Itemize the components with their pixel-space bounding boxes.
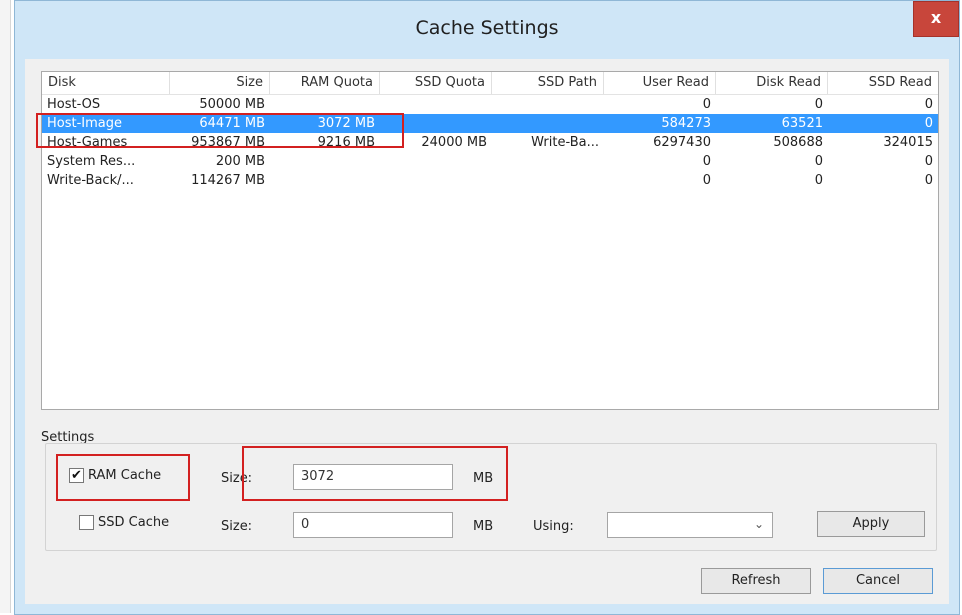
refresh-button[interactable]: Refresh: [701, 568, 811, 594]
cell-user-read: 6297430: [653, 135, 711, 150]
disk-list-header: Disk Size RAM Quota SSD Quota SSD Path U…: [42, 72, 938, 95]
ram-size-label: Size:: [221, 471, 253, 486]
ssd-cache-checkbox[interactable]: SSD Cache: [79, 515, 169, 530]
ssd-size-label: Size:: [221, 519, 253, 534]
cancel-button[interactable]: Cancel: [823, 568, 933, 594]
cell-ssd-read: 0: [924, 116, 933, 131]
column-header-disk[interactable]: Disk: [42, 72, 170, 94]
cell-ssd-path: [492, 152, 604, 171]
cell-size: 200 MB: [215, 154, 265, 169]
cell-disk: Host-OS: [47, 97, 101, 112]
chevron-down-icon: ⌄: [753, 517, 764, 531]
cell-user-read: 584273: [661, 116, 711, 131]
ssd-cache-label: SSD Cache: [98, 515, 170, 530]
column-header-ssd-path[interactable]: SSD Path: [492, 72, 604, 94]
cell-ssd-read: 0: [924, 154, 933, 169]
ram-size-input[interactable]: 3072: [293, 464, 453, 490]
cell-disk-read: 508688: [773, 135, 823, 150]
cell-ssd-read: 0: [924, 97, 933, 112]
dialog-client-area: Disk Size RAM Quota SSD Quota SSD Path U…: [25, 59, 949, 604]
cell-ssd-quota: [380, 95, 492, 114]
cell-disk: Host-Games: [47, 135, 128, 150]
column-header-ssd-read[interactable]: SSD Read: [828, 72, 938, 94]
cell-disk: System Res...: [47, 154, 136, 169]
ssd-size-input[interactable]: 0: [293, 512, 453, 538]
checkbox-checked-icon[interactable]: ✔: [69, 468, 84, 483]
cell-ram-quota: 9216 MB: [317, 135, 375, 150]
title-bar[interactable]: Cache Settings x: [15, 1, 959, 59]
cell-ssd-path: [492, 171, 604, 190]
cell-disk: Write-Back/...: [47, 173, 134, 188]
column-header-ram-quota[interactable]: RAM Quota: [270, 72, 380, 94]
checkbox-unchecked-icon[interactable]: [79, 515, 94, 530]
cell-size: 953867 MB: [191, 135, 265, 150]
ssd-size-unit: MB: [473, 519, 494, 534]
cell-ssd-path: [492, 95, 604, 114]
table-row[interactable]: Write-Back/... 114267 MB 0 0 0: [42, 171, 938, 190]
cell-disk: Host-Image: [47, 116, 123, 131]
cache-settings-dialog: Cache Settings x Disk Size RAM Quota SSD…: [14, 0, 960, 615]
table-row[interactable]: Host-OS 50000 MB 0 0 0: [42, 95, 938, 114]
cell-ram-quota: [270, 171, 380, 190]
column-header-ssd-quota[interactable]: SSD Quota: [380, 72, 492, 94]
ram-cache-label: RAM Cache: [88, 468, 162, 483]
cell-user-read: 0: [702, 97, 711, 112]
using-dropdown[interactable]: ⌄: [607, 512, 773, 538]
column-header-size[interactable]: Size: [170, 72, 270, 94]
cell-user-read: 0: [702, 173, 711, 188]
close-icon: x: [930, 8, 942, 27]
using-label: Using:: [533, 519, 574, 534]
cell-ssd-quota: [380, 114, 492, 133]
disk-list[interactable]: Disk Size RAM Quota SSD Quota SSD Path U…: [41, 71, 939, 410]
settings-group: [45, 443, 937, 551]
cell-disk-read: 0: [814, 97, 823, 112]
table-row[interactable]: System Res... 200 MB 0 0 0: [42, 152, 938, 171]
cell-size: 114267 MB: [191, 173, 265, 188]
cell-size: 64471 MB: [199, 116, 265, 131]
cell-ssd-quota: [380, 171, 492, 190]
dialog-title: Cache Settings: [415, 17, 559, 39]
cell-ssd-path: Write-Ba...: [531, 135, 599, 150]
cell-ram-quota: 3072 MB: [317, 116, 375, 131]
cell-user-read: 0: [702, 154, 711, 169]
desktop-edge: [0, 0, 11, 613]
apply-button[interactable]: Apply: [817, 511, 925, 537]
cell-ssd-quota: [380, 152, 492, 171]
cell-disk-read: 0: [814, 154, 823, 169]
column-header-disk-read[interactable]: Disk Read: [716, 72, 828, 94]
ram-cache-checkbox[interactable]: ✔ RAM Cache: [69, 468, 161, 483]
cell-size: 50000 MB: [199, 97, 265, 112]
table-row[interactable]: Host-Games 953867 MB 9216 MB 24000 MB Wr…: [42, 133, 938, 152]
cell-disk-read: 63521: [781, 116, 823, 131]
cell-ssd-path: [492, 114, 604, 133]
cell-ssd-quota: 24000 MB: [421, 135, 487, 150]
cell-disk-read: 0: [814, 173, 823, 188]
column-header-user-read[interactable]: User Read: [604, 72, 716, 94]
cell-ram-quota: [270, 95, 380, 114]
ram-size-unit: MB: [473, 471, 494, 486]
cell-ssd-read: 324015: [883, 135, 933, 150]
cell-ssd-read: 0: [924, 173, 933, 188]
cell-ram-quota: [270, 152, 380, 171]
table-row-selected[interactable]: Host-Image 64471 MB 3072 MB 584273 63521…: [42, 114, 938, 133]
close-button[interactable]: x: [913, 1, 959, 37]
